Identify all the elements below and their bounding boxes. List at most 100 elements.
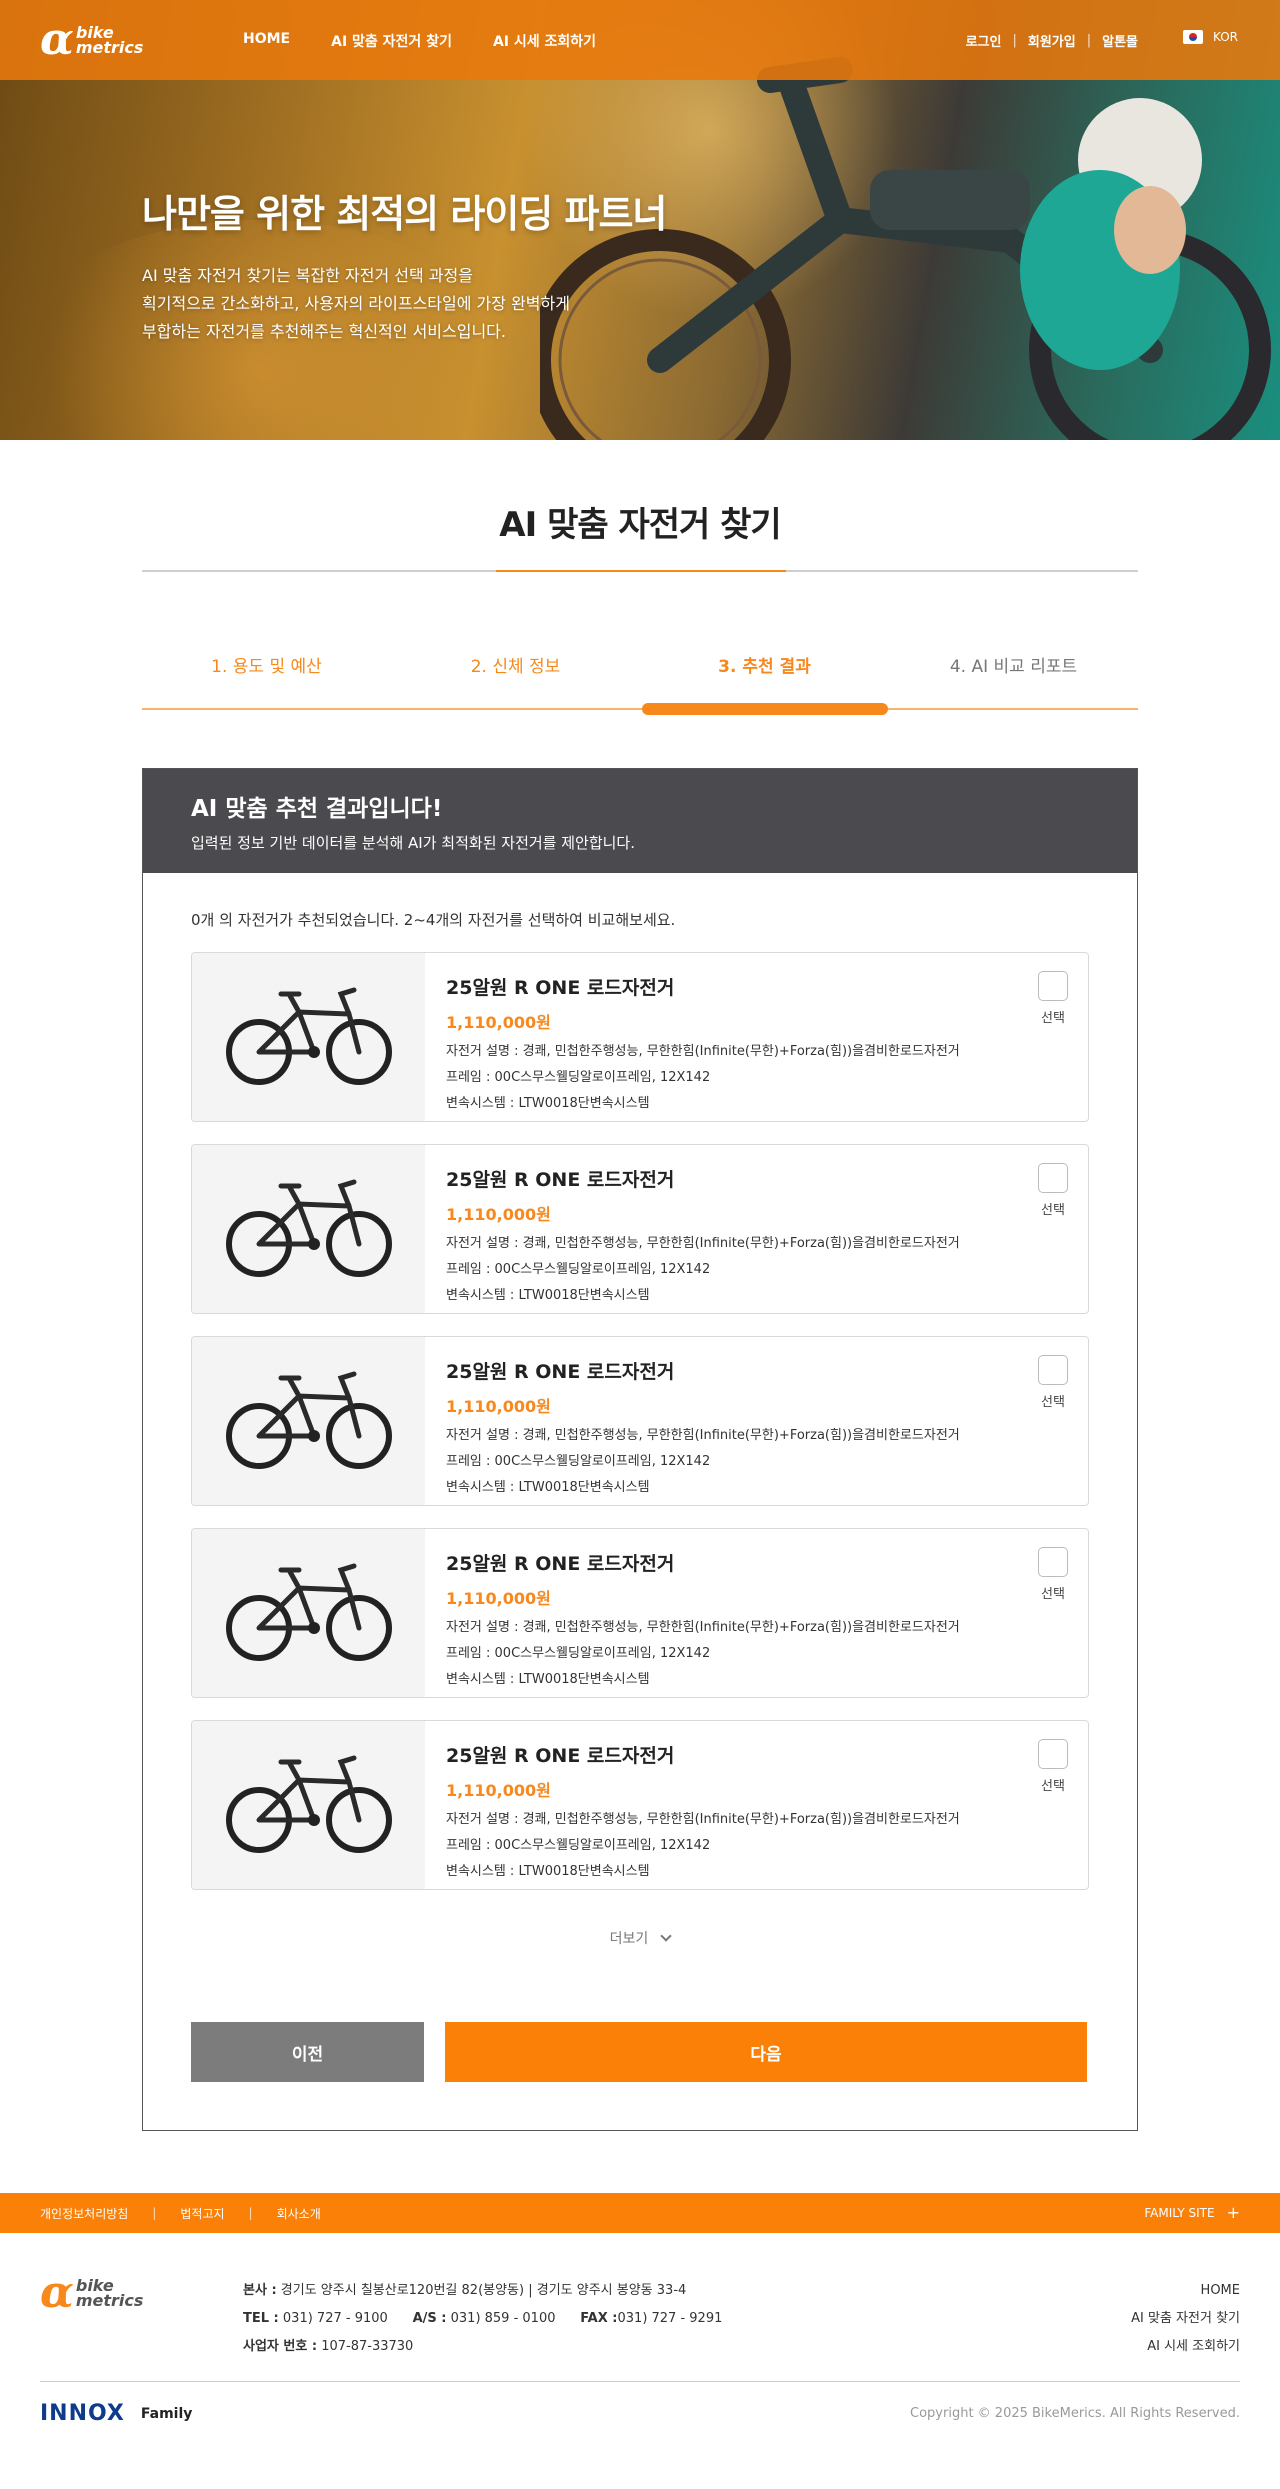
bike-price: 1,110,000원 [446, 1205, 551, 1224]
hero-desc-line: 획기적으로 간소화하고, 사용자의 라이프스타일에 가장 완벽하게 [142, 294, 570, 313]
bike-info: 25알원 R ONE 로드자전거 1,110,000원 자전거 설명 : 경쾌,… [425, 1337, 960, 1505]
company-info: 본사 : 경기도 양주시 칠봉산로120번길 82(봉양동) | 경기도 양주시… [243, 2277, 722, 2361]
login-link[interactable]: 로그인 [966, 31, 1002, 50]
step-body-info[interactable]: 2. 신체 정보 [391, 652, 640, 677]
hero-desc-line: AI 맞춤 자전거 찾기는 복잡한 자전거 선택 과정을 [142, 266, 473, 285]
bike-frame: 프레임 : 00C스무스웰딩알로이프레임, 12X142 [446, 1262, 711, 1277]
load-more-button[interactable]: 더보기 [191, 1928, 1089, 1948]
business-number: 사업자 번호 : 107-87-33730 [243, 2333, 722, 2361]
bike-price: 1,110,000원 [446, 1397, 551, 1416]
prev-button[interactable]: 이전 [191, 2022, 424, 2082]
result-count: 0개 의 자전거가 추천되었습니다. 2~4개의 자전거를 선택하여 비교해보세… [191, 911, 676, 929]
result-header: AI 맞춤 추천 결과입니다! 입력된 정보 기반 데이터를 분석해 AI가 최… [143, 769, 1137, 873]
signup-link[interactable]: 회원가입 [1028, 31, 1076, 50]
select-control: 선택 [1038, 1739, 1068, 1794]
bike-card[interactable]: 25알원 R ONE 로드자전거 1,110,000원 자전거 설명 : 경쾌,… [191, 1720, 1089, 1890]
footer-nav-ai-price-lookup[interactable]: AI 시세 조회하기 [1131, 2333, 1240, 2361]
select-checkbox[interactable] [1038, 1739, 1068, 1769]
bike-price: 1,110,000원 [446, 1013, 551, 1032]
divider: | [1086, 33, 1092, 48]
nav-ai-bike-finder[interactable]: AI 맞춤 자전거 찾기 [331, 31, 452, 51]
user-menu: 로그인 | 회원가입 | 알톤몰 [966, 31, 1138, 50]
family-site-button[interactable]: FAMILY SITE + [1144, 2203, 1240, 2222]
bike-desc: 자전거 설명 : 경쾌, 민첩한주행성능, 무한한힘(Infinite(무한)+… [446, 1044, 960, 1059]
legal-notice-link[interactable]: 법적고지 [180, 2205, 224, 2222]
hq-label: 본사 : [243, 2283, 277, 2298]
bike-card[interactable]: 25알원 R ONE 로드자전거 1,110,000원 자전거 설명 : 경쾌,… [191, 1144, 1089, 1314]
alton-mall-link[interactable]: 알톤몰 [1102, 31, 1138, 50]
step-recommend-result[interactable]: 3. 추천 결과 [640, 652, 889, 677]
innox-family-logo[interactable]: INNOX Family [40, 2401, 192, 2426]
hero-title: 나만을 위한 최적의 라이딩 파트너 [142, 192, 667, 236]
page-title: AI 맞춤 자전거 찾기 [499, 505, 781, 545]
innox-family-label: Family [140, 2405, 193, 2422]
hero-description: AI 맞춤 자전거 찾기는 복잡한 자전거 선택 과정을 획기적으로 간소화하고… [142, 262, 612, 346]
logo-mark: α [40, 14, 74, 65]
bike-name: 25알원 R ONE 로드자전거 [446, 977, 675, 999]
select-control: 선택 [1038, 971, 1068, 1026]
bike-gear: 변속시스템 : LTW0018단변속시스템 [446, 1864, 650, 1879]
select-checkbox[interactable] [1038, 1163, 1068, 1193]
language-selector[interactable]: KOR [1183, 30, 1238, 44]
bike-image [192, 953, 425, 1121]
select-checkbox[interactable] [1038, 1547, 1068, 1577]
bike-card[interactable]: 25알원 R ONE 로드자전거 1,110,000원 자전거 설명 : 경쾌,… [191, 1528, 1089, 1698]
logo-wordmark: bike metrics [76, 25, 144, 56]
bike-card[interactable]: 25알원 R ONE 로드자전거 1,110,000원 자전거 설명 : 경쾌,… [191, 952, 1089, 1122]
privacy-policy-link[interactable]: 개인정보처리방침 [40, 2205, 128, 2222]
footer-logo[interactable]: α bike metrics [40, 2267, 144, 2318]
bike-info: 25알원 R ONE 로드자전거 1,110,000원 자전거 설명 : 경쾌,… [425, 1529, 960, 1697]
bike-name: 25알원 R ONE 로드자전거 [446, 1553, 675, 1575]
site-logo[interactable]: α bike metrics [40, 14, 144, 65]
company-intro-link[interactable]: 회사소개 [277, 2205, 321, 2222]
title-underline-accent [496, 570, 786, 572]
logo-wordmark: bike metrics [76, 2278, 144, 2309]
family-site-label: FAMILY SITE [1144, 2206, 1215, 2220]
bike-gear: 변속시스템 : LTW0018단변속시스템 [446, 1480, 650, 1495]
select-checkbox[interactable] [1038, 1355, 1068, 1385]
next-button[interactable]: 다음 [445, 2022, 1087, 2082]
select-label: 선택 [1041, 1779, 1065, 1794]
select-label: 선택 [1041, 1011, 1065, 1026]
plus-icon: + [1226, 2203, 1240, 2222]
bike-image [192, 1337, 425, 1505]
copyright: Copyright © 2025 BikeMerics. All Rights … [910, 2406, 1240, 2421]
bike-list: 25알원 R ONE 로드자전거 1,110,000원 자전거 설명 : 경쾌,… [191, 952, 1089, 1890]
innox-brand: INNOX [40, 2401, 125, 2426]
bike-desc: 자전거 설명 : 경쾌, 민첩한주행성능, 무한한힘(Infinite(무한)+… [446, 1620, 960, 1635]
nav-home[interactable]: HOME [243, 31, 290, 51]
divider: | [152, 2206, 157, 2220]
main-nav: HOME AI 맞춤 자전거 찾기 AI 시세 조회하기 [243, 31, 637, 51]
bike-info: 25알원 R ONE 로드자전거 1,110,000원 자전거 설명 : 경쾌,… [425, 1145, 960, 1313]
contact-numbers: TEL : 031) 727 - 9100 A/S : 031) 859 - 0… [243, 2305, 722, 2333]
step-usage-budget[interactable]: 1. 용도 및 예산 [142, 652, 391, 677]
divider: | [1012, 33, 1017, 48]
bike-specs: 자전거 설명 : 경쾌, 민첩한주행성능, 무한한힘(Infinite(무한)+… [446, 1039, 960, 1117]
biz-value: 107-87-33730 [321, 2339, 414, 2354]
tel-label: TEL : [243, 2311, 279, 2326]
step-ai-report[interactable]: 4. AI 비교 리포트 [889, 652, 1138, 677]
biz-label: 사업자 번호 : [243, 2339, 318, 2354]
fax-label: FAX : [580, 2311, 618, 2326]
bike-gear: 변속시스템 : LTW0018단변속시스템 [446, 1288, 650, 1303]
bike-name: 25알원 R ONE 로드자전거 [446, 1169, 675, 1191]
bike-desc: 자전거 설명 : 경쾌, 민첩한주행성능, 무한한힘(Infinite(무한)+… [446, 1812, 960, 1827]
logo-mark: α [40, 2267, 74, 2318]
bike-card[interactable]: 25알원 R ONE 로드자전거 1,110,000원 자전거 설명 : 경쾌,… [191, 1336, 1089, 1506]
select-checkbox[interactable] [1038, 971, 1068, 1001]
bike-specs: 자전거 설명 : 경쾌, 민첩한주행성능, 무한한힘(Infinite(무한)+… [446, 1231, 960, 1309]
step-indicator: 1. 용도 및 예산 2. 신체 정보 3. 추천 결과 4. AI 비교 리포… [142, 652, 1138, 718]
footer-link-bar: 개인정보처리방침 | 법적고지 | 회사소개 FAMILY SITE + [0, 2193, 1280, 2233]
select-control: 선택 [1038, 1547, 1068, 1602]
fax-value: 031) 727 - 9291 [617, 2311, 723, 2326]
result-panel: AI 맞춤 추천 결과입니다! 입력된 정보 기반 데이터를 분석해 AI가 최… [142, 768, 1138, 2131]
bike-name: 25알원 R ONE 로드자전거 [446, 1745, 675, 1767]
select-control: 선택 [1038, 1355, 1068, 1410]
bike-image [192, 1529, 425, 1697]
footer-nav-home[interactable]: HOME [1131, 2277, 1240, 2305]
footer-nav-ai-bike-finder[interactable]: AI 맞춤 자전거 찾기 [1131, 2305, 1240, 2333]
nav-ai-price-lookup[interactable]: AI 시세 조회하기 [493, 31, 596, 51]
hq-value: 경기도 양주시 칠봉산로120번길 82(봉양동) | 경기도 양주시 봉양동 … [280, 2283, 687, 2298]
bike-specs: 자전거 설명 : 경쾌, 민첩한주행성능, 무한한힘(Infinite(무한)+… [446, 1423, 960, 1501]
flag-icon [1183, 30, 1203, 44]
